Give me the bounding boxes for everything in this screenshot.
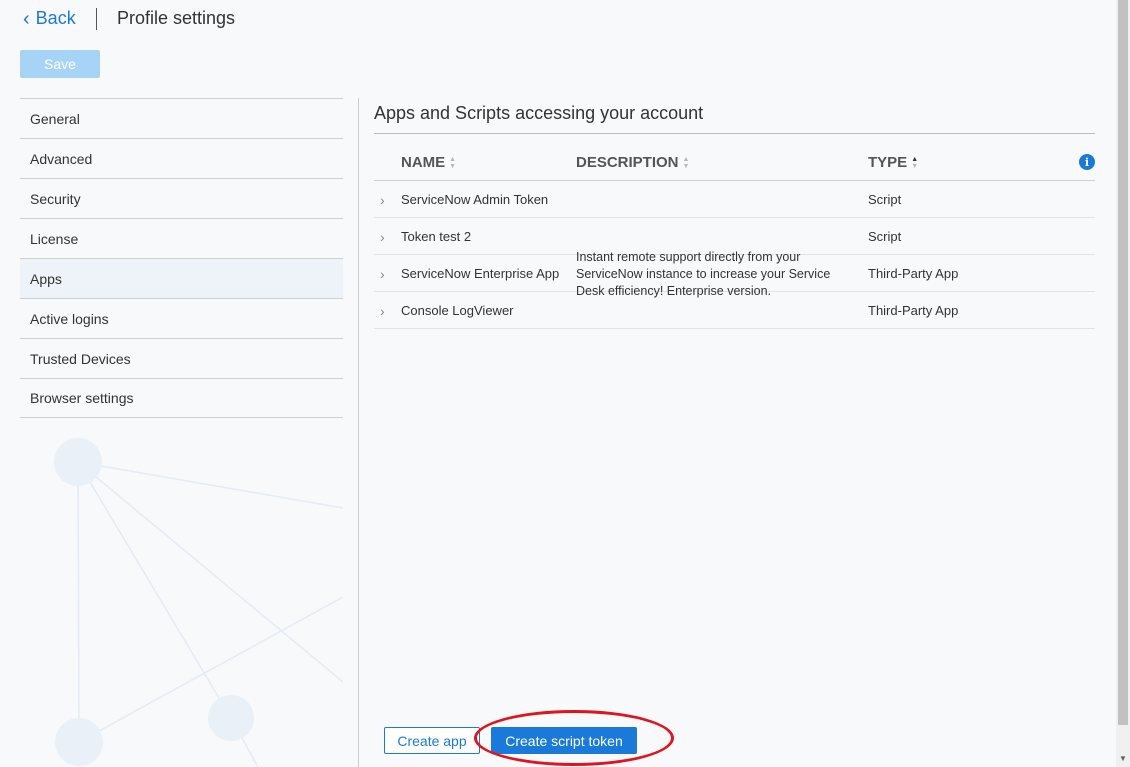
scrollbar[interactable]: ▼: [1116, 0, 1130, 767]
sidebar-item-label: Trusted Devices: [30, 350, 131, 367]
settings-sidebar: General Advanced Security License Apps A…: [20, 98, 343, 418]
sidebar-item-label: Browser settings: [30, 390, 134, 406]
title-rule: [374, 133, 1095, 134]
sidebar-item-apps[interactable]: Apps: [20, 258, 343, 298]
row-type: Third-Party App: [868, 303, 959, 318]
row-name: Console LogViewer: [401, 303, 514, 318]
sidebar-item-label: Apps: [30, 270, 62, 287]
profile-settings-page: ‹ Back Profile settings Save General Adv…: [0, 0, 1130, 767]
sidebar-item-label: Active logins: [30, 310, 109, 327]
scroll-down-arrow-icon[interactable]: ▼: [1116, 750, 1130, 767]
row-type: Script: [868, 229, 902, 244]
decorative-network-graphic: [54, 438, 343, 767]
row-name: ServiceNow Enterprise App: [401, 266, 560, 281]
table-row[interactable]: › ServiceNow Enterprise App Instant remo…: [374, 250, 1095, 298]
sidebar-item-label: License: [30, 230, 79, 247]
sort-arrows-icon: ▲ ▼: [911, 155, 919, 170]
create-app-button[interactable]: Create app: [384, 727, 480, 754]
column-header-description[interactable]: DESCRIPTION ▲ ▼: [576, 154, 689, 171]
chevron-right-icon[interactable]: ›: [380, 303, 385, 319]
info-icon[interactable]: i: [1079, 154, 1095, 170]
panel-divider: [358, 98, 359, 767]
sidebar-item-security[interactable]: Security: [20, 178, 343, 218]
row-type: Script: [868, 192, 902, 207]
back-label: Back: [35, 8, 76, 28]
scrollbar-thumb[interactable]: [1118, 0, 1128, 725]
sidebar-item-label: Security: [30, 190, 81, 207]
sort-arrows-icon: ▲ ▼: [682, 155, 690, 170]
column-header-label: TYPE: [868, 154, 908, 171]
sidebar-item-license[interactable]: License: [20, 218, 343, 258]
sidebar-item-trusted-devices[interactable]: Trusted Devices: [20, 338, 343, 378]
section-title: Apps and Scripts accessing your account: [374, 103, 704, 123]
table-row[interactable]: › Console LogViewer Third-Party App: [374, 292, 1095, 329]
header-divider: [96, 8, 97, 30]
table-row[interactable]: › ServiceNow Admin Token Script: [374, 181, 1095, 218]
sidebar-item-label: General: [30, 110, 80, 127]
row-name: ServiceNow Admin Token: [401, 192, 549, 207]
chevron-right-icon[interactable]: ›: [380, 192, 385, 208]
column-header-name[interactable]: NAME ▲ ▼: [401, 154, 456, 171]
sidebar-item-active-logins[interactable]: Active logins: [20, 298, 343, 338]
save-button[interactable]: Save: [20, 50, 100, 78]
back-link[interactable]: ‹ Back: [23, 8, 76, 29]
create-script-token-button[interactable]: Create script token: [491, 727, 637, 754]
chevron-left-icon: ‹: [23, 7, 30, 30]
column-header-label: NAME: [401, 154, 446, 171]
column-header-type[interactable]: TYPE ▲ ▼: [868, 154, 918, 171]
sort-arrows-icon: ▲ ▼: [449, 155, 457, 170]
row-name: Token test 2: [401, 229, 472, 244]
row-type: Third-Party App: [868, 266, 959, 281]
sidebar-item-browser-settings[interactable]: Browser settings: [20, 378, 343, 418]
page-title: Profile settings: [117, 8, 236, 28]
chevron-right-icon[interactable]: ›: [380, 229, 385, 245]
sidebar-item-label: Advanced: [30, 150, 93, 167]
column-header-label: DESCRIPTION: [576, 154, 679, 171]
sidebar-item-general[interactable]: General: [20, 98, 343, 138]
sidebar-item-advanced[interactable]: Advanced: [20, 138, 343, 178]
chevron-right-icon[interactable]: ›: [380, 266, 385, 282]
